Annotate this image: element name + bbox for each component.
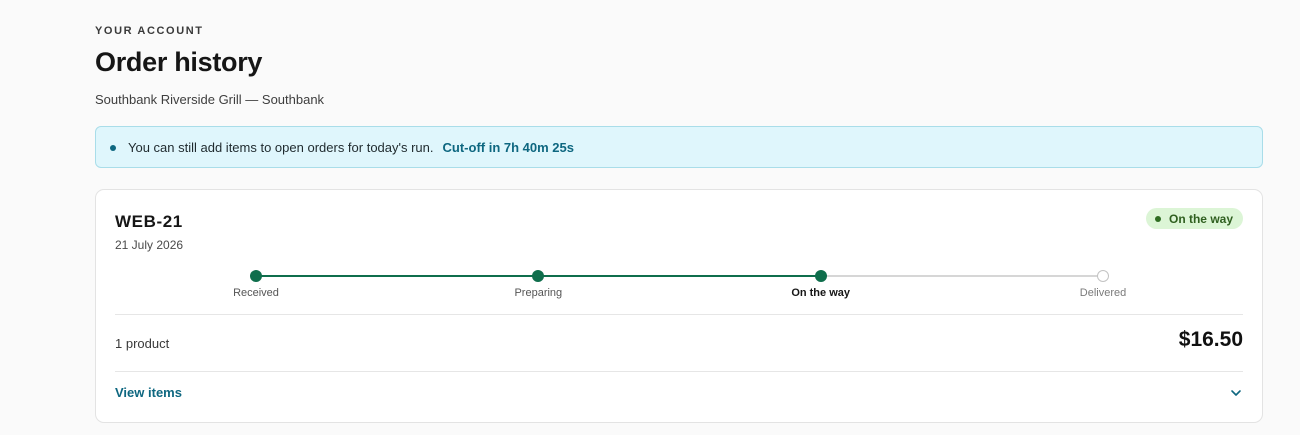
order-total: $16.50: [1178, 328, 1243, 351]
card-divider: [115, 371, 1243, 372]
progress-step-label: On the way: [791, 287, 850, 299]
progress-step-label: Received: [233, 287, 279, 299]
cutoff-notice: You can still add items to open orders f…: [95, 126, 1263, 168]
notice-message: You can still add items to open orders f…: [128, 139, 434, 155]
order-progress-tracker: Received Preparing On the way Delivered: [96, 190, 1264, 310]
progress-step-dot: [250, 270, 262, 282]
progress-step-dot: [1097, 270, 1109, 282]
progress-step-label: Delivered: [1079, 287, 1127, 299]
section-eyebrow: YOUR ACCOUNT: [95, 25, 204, 37]
progress-segment: [820, 275, 1103, 277]
progress-segment: [538, 275, 821, 277]
card-divider: [115, 314, 1243, 315]
view-items-button[interactable]: View items: [115, 385, 182, 400]
restaurant-subtitle: Southbank Riverside Grill — Southbank: [95, 92, 325, 107]
page-title: Order history: [95, 47, 263, 77]
progress-step-dot: [814, 270, 827, 282]
order-history-page: YOUR ACCOUNT Order history Southbank Riv…: [0, 0, 1300, 435]
info-dot-icon: [110, 144, 116, 151]
progress-segment: [256, 275, 539, 277]
progress-step-label: Preparing: [514, 287, 563, 299]
product-count: 1 product: [115, 336, 170, 351]
order-card: WEB-21 21 July 2026 On the way Received P…: [95, 189, 1263, 423]
cutoff-countdown: Cut-off in 7h 40m 25s: [442, 139, 574, 155]
progress-step-dot: [532, 270, 545, 282]
chevron-down-icon[interactable]: [1229, 386, 1243, 400]
